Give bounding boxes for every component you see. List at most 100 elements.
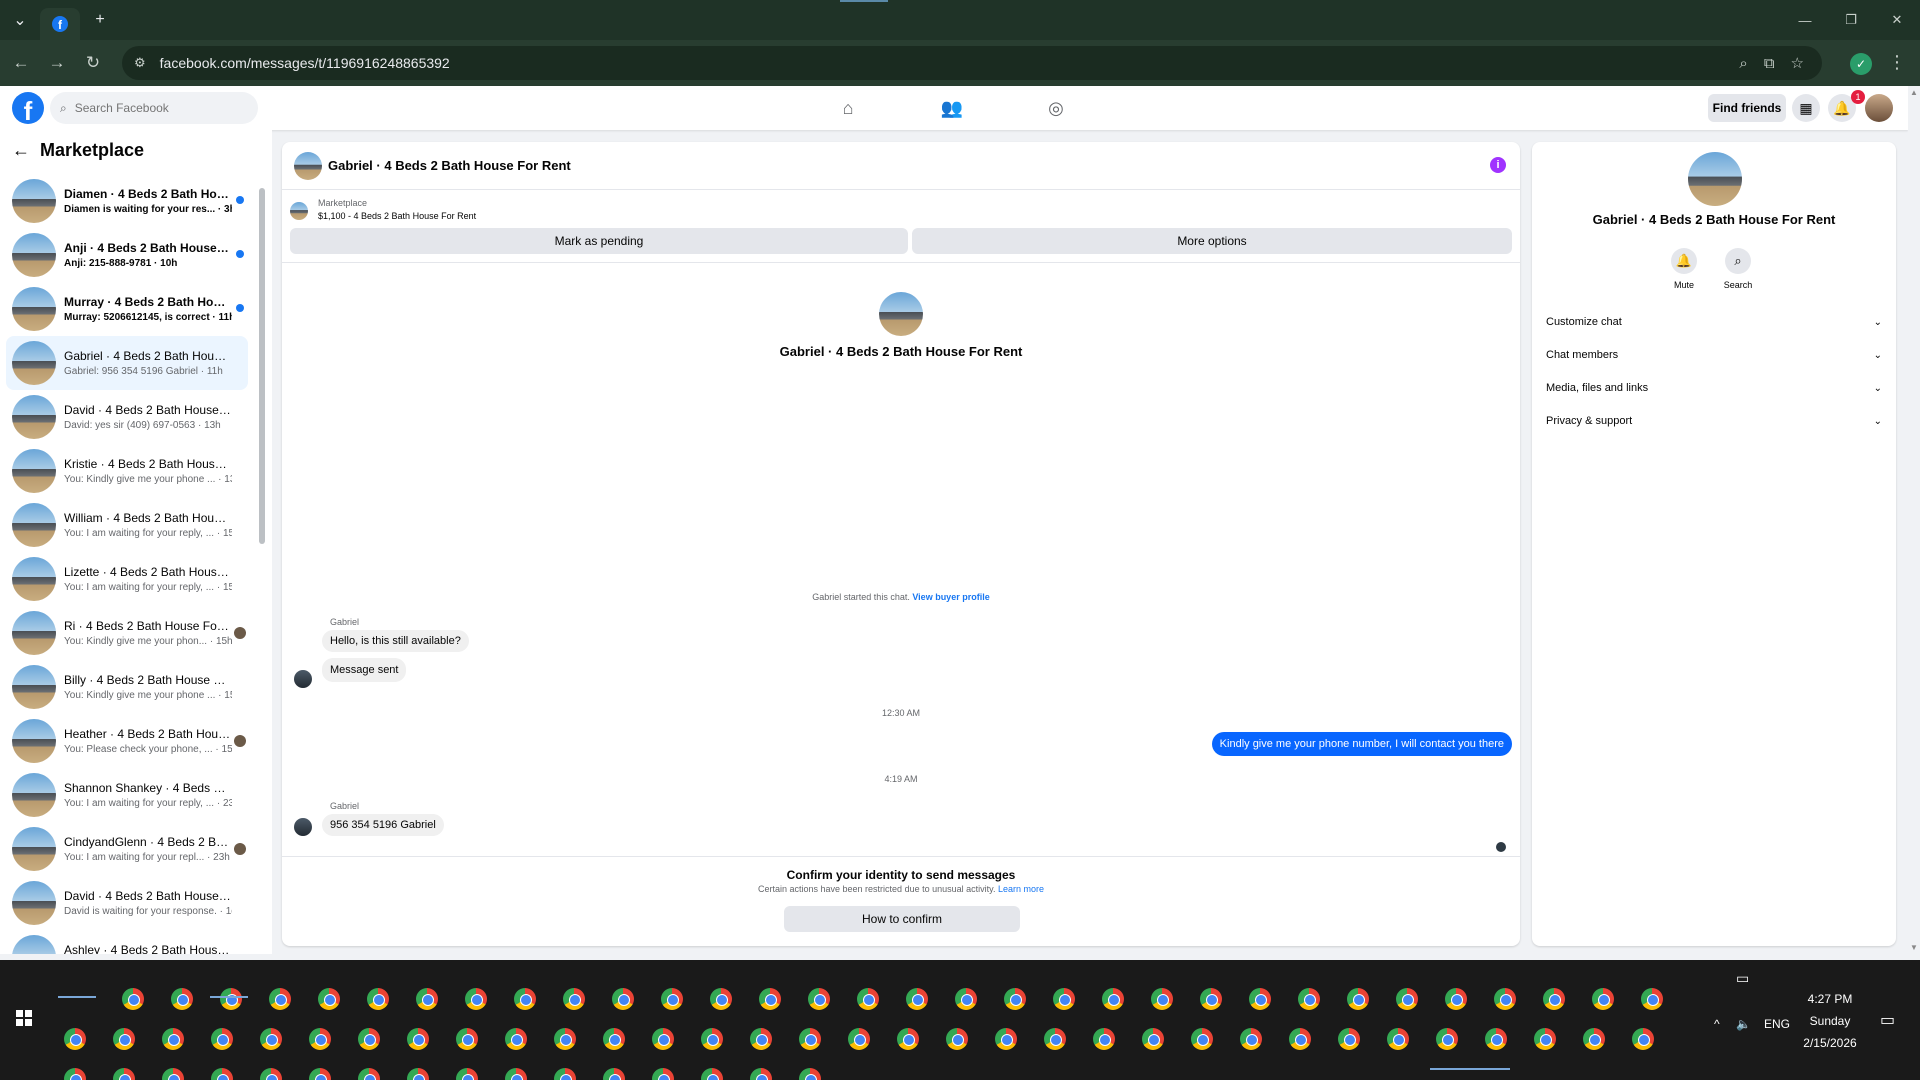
extension-icon[interactable]: ✓ [1850, 53, 1872, 75]
chrome-taskbar-icon[interactable] [211, 1028, 233, 1050]
chrome-taskbar-icon[interactable] [750, 1068, 772, 1080]
chrome-taskbar-icon[interactable] [358, 1028, 380, 1050]
chrome-taskbar-icon[interactable] [857, 988, 879, 1010]
new-tab-icon[interactable]: + [80, 0, 120, 40]
back-arrow-icon[interactable]: ← [12, 140, 30, 161]
home-icon[interactable]: ⌂ [836, 96, 860, 120]
chrome-taskbar-icon[interactable] [652, 1028, 674, 1050]
close-icon[interactable]: ✕ [1874, 0, 1920, 40]
conversation-item[interactable]: Lizette · 4 Beds 2 Bath House F... You: I… [6, 552, 248, 606]
chrome-taskbar-icon[interactable] [1387, 1028, 1409, 1050]
conversation-item[interactable]: Diamen · 4 Beds 2 Bath Hous... Diamen is … [6, 174, 248, 228]
chrome-taskbar-icon[interactable] [505, 1068, 527, 1080]
volume-icon[interactable]: 🔈 [1736, 1017, 1751, 1031]
message-bubble-incoming[interactable]: Message sent [322, 658, 407, 682]
chrome-taskbar-icon[interactable] [1436, 1028, 1458, 1050]
listing-summary[interactable]: Marketplace $1,100 - 4 Beds 2 Bath House… [290, 196, 1520, 226]
chrome-taskbar-icon[interactable] [456, 1068, 478, 1080]
conversation-item[interactable]: David · 4 Beds 2 Bath House Fo... David: … [6, 390, 248, 444]
scroll-down-icon[interactable]: ▼ [1910, 943, 1918, 952]
conversation-item[interactable]: Shannon Shankey · 4 Beds 2 Ba... You: I a… [6, 768, 248, 822]
install-app-icon[interactable]: ⧉ [1764, 55, 1775, 72]
chrome-taskbar-icon[interactable] [1494, 988, 1516, 1010]
chrome-taskbar-icon[interactable] [897, 1028, 919, 1050]
chrome-taskbar-icon[interactable] [1485, 1028, 1507, 1050]
chrome-taskbar-icon[interactable] [612, 988, 634, 1010]
conversation-item[interactable]: Billy · 4 Beds 2 Bath House For ... You: … [6, 660, 248, 714]
chrome-taskbar-icon[interactable] [906, 988, 928, 1010]
chrome-taskbar-icon[interactable] [1592, 988, 1614, 1010]
chrome-taskbar-icon[interactable] [1298, 988, 1320, 1010]
sender-avatar[interactable] [294, 670, 312, 688]
windows-start-icon[interactable] [16, 1010, 32, 1026]
back-icon[interactable]: ← [6, 48, 36, 78]
chrome-taskbar-icon[interactable] [358, 1068, 380, 1080]
chrome-taskbar-icon[interactable] [799, 1068, 821, 1080]
chrome-taskbar-icon[interactable] [318, 988, 340, 1010]
chrome-taskbar-icon[interactable] [1347, 988, 1369, 1010]
chrome-taskbar-icon[interactable] [260, 1028, 282, 1050]
chrome-taskbar-icon[interactable] [514, 988, 536, 1010]
message-bubble-incoming[interactable]: 956 354 5196 Gabriel [322, 814, 444, 836]
chat-hero-avatar[interactable] [879, 292, 923, 336]
chrome-taskbar-icon[interactable] [652, 1068, 674, 1080]
scroll-up-icon[interactable]: ▲ [1910, 88, 1918, 97]
section-customize-chat[interactable]: Customize chat ⌄ [1542, 310, 1886, 334]
conversation-item[interactable]: Gabriel · 4 Beds 2 Bath House F... Gabrie… [6, 336, 248, 390]
chrome-taskbar-icon[interactable] [407, 1068, 429, 1080]
chrome-taskbar-icon[interactable] [456, 1028, 478, 1050]
find-friends-button[interactable]: Find friends [1708, 94, 1786, 122]
chrome-taskbar-icon[interactable] [799, 1028, 821, 1050]
section-media-files-links[interactable]: Media, files and links ⌄ [1542, 376, 1886, 400]
conversation-item[interactable]: Heather · 4 Beds 2 Bath Hous... You: Plea… [6, 714, 248, 768]
scrollbar-thumb[interactable] [259, 188, 265, 544]
chrome-taskbar-icon[interactable] [260, 1068, 282, 1080]
reload-icon[interactable]: ↻ [78, 48, 108, 78]
site-info-icon[interactable]: ⚙ [134, 55, 146, 71]
chrome-taskbar-icon[interactable] [162, 1068, 184, 1080]
chrome-taskbar-icon[interactable] [955, 988, 977, 1010]
chrome-taskbar-icon[interactable] [505, 1028, 527, 1050]
chrome-taskbar-icon[interactable] [269, 988, 291, 1010]
minimize-icon[interactable]: — [1782, 0, 1828, 40]
facebook-logo-icon[interactable]: f [12, 92, 44, 124]
show-hidden-icons-icon[interactable]: ^ [1714, 1017, 1720, 1031]
chrome-taskbar-icon[interactable] [162, 1028, 184, 1050]
chrome-taskbar-icon[interactable] [603, 1028, 625, 1050]
mark-as-pending-button[interactable]: Mark as pending [290, 228, 908, 254]
section-chat-members[interactable]: Chat members ⌄ [1542, 343, 1886, 367]
chrome-taskbar-icon[interactable] [701, 1028, 723, 1050]
chrome-taskbar-icon[interactable] [1200, 988, 1222, 1010]
message-bubble-incoming[interactable]: Hello, is this still available? [322, 630, 469, 652]
notification-center-icon[interactable]: ▭ [1880, 1010, 1895, 1030]
chrome-taskbar-icon[interactable] [1093, 1028, 1115, 1050]
conversation-item[interactable]: CindyandGlenn · 4 Beds 2 Ba... You: I am … [6, 822, 248, 876]
chrome-taskbar-icon[interactable] [848, 1028, 870, 1050]
menu-grid-icon[interactable]: ▦ [1792, 94, 1820, 122]
chat-title[interactable]: Gabriel · 4 Beds 2 Bath House For Rent [328, 158, 571, 173]
chrome-taskbar-icon[interactable] [1632, 1028, 1654, 1050]
chrome-taskbar-icon[interactable] [220, 988, 242, 1010]
message-bubble-outgoing[interactable]: Kindly give me your phone number, I will… [1211, 732, 1512, 756]
chrome-taskbar-icon[interactable] [1053, 988, 1075, 1010]
more-options-button[interactable]: More options [912, 228, 1512, 254]
forward-icon[interactable]: → [42, 48, 72, 78]
chrome-taskbar-icon[interactable] [1534, 1028, 1556, 1050]
learn-more-link[interactable]: Learn more [998, 884, 1044, 894]
zoom-icon[interactable]: ⌕ [1739, 55, 1747, 72]
chat-avatar[interactable] [294, 151, 322, 180]
chrome-taskbar-icon[interactable] [1240, 1028, 1262, 1050]
friends-icon[interactable]: 👥 [940, 96, 964, 120]
chrome-taskbar-icon[interactable] [1338, 1028, 1360, 1050]
info-avatar[interactable] [1688, 152, 1742, 206]
chrome-taskbar-icon[interactable] [1445, 988, 1467, 1010]
conversation-item[interactable]: Ri · 4 Beds 2 Bath House For ... You: Kin… [6, 606, 248, 660]
chrome-taskbar-icon[interactable] [1004, 988, 1026, 1010]
conversation-item[interactable]: William · 4 Beds 2 Bath House F... You: I… [6, 498, 248, 552]
search-conversation-button[interactable]: ⌕ Search [1718, 248, 1758, 290]
chrome-taskbar-icon[interactable] [1191, 1028, 1213, 1050]
taskbar-clock[interactable]: 4:27 PM Sunday 2/15/2026 [1774, 988, 1886, 1054]
chrome-taskbar-icon[interactable] [309, 1068, 331, 1080]
facebook-search[interactable]: ⌕ [50, 92, 258, 124]
chrome-taskbar-icon[interactable] [64, 1068, 86, 1080]
